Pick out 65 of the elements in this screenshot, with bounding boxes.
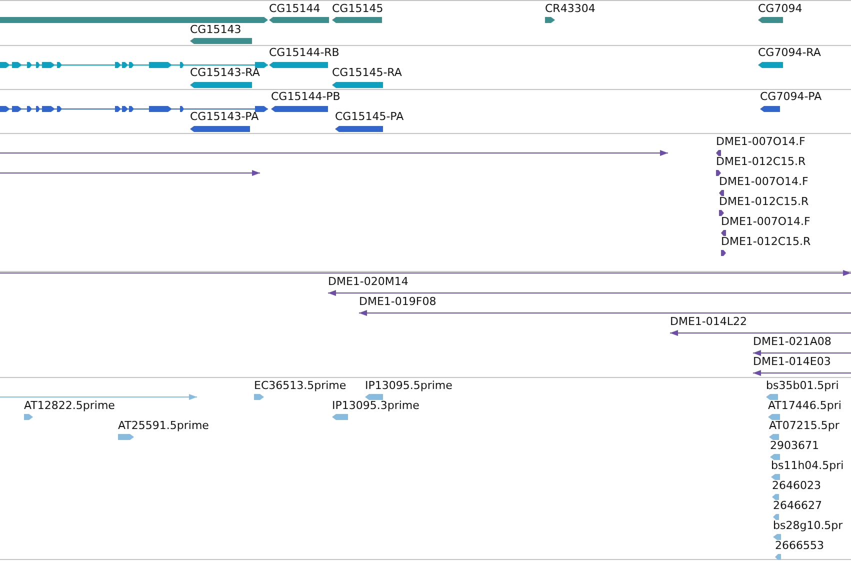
feature-label: DME1-012C15.R bbox=[716, 155, 806, 168]
feature-label: DME1-020M14 bbox=[328, 275, 408, 288]
feature-line[interactable] bbox=[753, 370, 851, 376]
feature-label: CG15144 bbox=[269, 2, 320, 15]
feature-label: DME1-007O14.F bbox=[716, 135, 806, 148]
feature-label: 2666553 bbox=[775, 539, 824, 552]
feature-label: DME1-014E03 bbox=[753, 355, 831, 368]
feature-label: DME1-021A08 bbox=[753, 335, 832, 348]
feature-label: DME1-007O14.F bbox=[721, 215, 810, 228]
feature-label: DME1-012C15.R bbox=[719, 195, 809, 208]
feature-label: AT12822.5prime bbox=[24, 399, 115, 412]
feature-line[interactable] bbox=[0, 150, 668, 156]
feature-arrow[interactable] bbox=[760, 106, 780, 112]
feature-label: 2646023 bbox=[772, 479, 821, 492]
feature-label: bs28g10.5pr bbox=[773, 519, 843, 532]
feature-label: IP13095.5prime bbox=[365, 379, 452, 392]
feature-arrow[interactable] bbox=[332, 17, 382, 23]
feature-line[interactable] bbox=[328, 290, 851, 296]
feature-arrow[interactable] bbox=[719, 210, 724, 216]
feature-label: 2903671 bbox=[770, 439, 819, 452]
feature-label: CG15145 bbox=[332, 2, 384, 15]
feature-arrow[interactable] bbox=[758, 62, 783, 68]
feature-line[interactable] bbox=[753, 350, 851, 356]
feature-label: CG15143 bbox=[190, 23, 242, 36]
feature-label: CG15144-PB bbox=[271, 90, 340, 103]
feature-label: AT25591.5prime bbox=[118, 419, 209, 432]
feature-line[interactable] bbox=[359, 310, 851, 316]
feature-label: CG15144-RB bbox=[269, 46, 340, 59]
feature-label: CG7094 bbox=[758, 2, 802, 15]
feature-label: CG15143-RA bbox=[190, 66, 260, 79]
feature-line[interactable] bbox=[0, 270, 851, 276]
feature-arrow[interactable] bbox=[271, 106, 328, 112]
feature-arrow[interactable] bbox=[758, 17, 783, 23]
feature-label: DME1-014L22 bbox=[670, 315, 747, 328]
feature-label: CG15145-PA bbox=[335, 110, 404, 123]
feature-label: CG7094-RA bbox=[758, 46, 821, 59]
feature-arrow[interactable] bbox=[721, 250, 726, 256]
feature-label: EC36513.5prime bbox=[254, 379, 346, 392]
feature-arrow[interactable] bbox=[332, 82, 383, 88]
feature-label: AT17446.5pri bbox=[768, 399, 842, 412]
feature-label: CG7094-PA bbox=[760, 90, 822, 103]
feature-line[interactable] bbox=[670, 330, 851, 336]
transcript-drawing[interactable] bbox=[0, 106, 268, 112]
feature-arrow[interactable] bbox=[190, 38, 252, 44]
feature-arrow[interactable] bbox=[719, 190, 724, 196]
feature-arrow[interactable] bbox=[269, 17, 329, 23]
feature-label: DME1-012C15.R bbox=[721, 235, 811, 248]
feature-arrow[interactable] bbox=[545, 17, 555, 23]
feature-line[interactable] bbox=[0, 170, 260, 176]
feature-label: CG15143-PA bbox=[190, 110, 259, 123]
feature-label: CR43304 bbox=[545, 2, 596, 15]
feature-label: DME1-019F08 bbox=[359, 295, 436, 308]
feature-label: AT07215.5pr bbox=[769, 419, 840, 432]
feature-arrow[interactable] bbox=[721, 230, 726, 236]
feature-label: 2646627 bbox=[773, 499, 822, 512]
feature-label: bs11h04.5pri bbox=[771, 459, 844, 472]
feature-label: bs35b01.5pri bbox=[766, 379, 839, 392]
feature-arrow[interactable] bbox=[716, 170, 721, 176]
feature-arrow[interactable] bbox=[190, 82, 252, 88]
feature-label: CG15145-RA bbox=[332, 66, 402, 79]
feature-arrow[interactable] bbox=[716, 150, 721, 156]
feature-arrow[interactable] bbox=[190, 126, 250, 132]
feature-label: DME1-007O14.F bbox=[719, 175, 808, 188]
feature-arrow[interactable] bbox=[335, 126, 383, 132]
feature-label: IP13095.3prime bbox=[332, 399, 420, 412]
